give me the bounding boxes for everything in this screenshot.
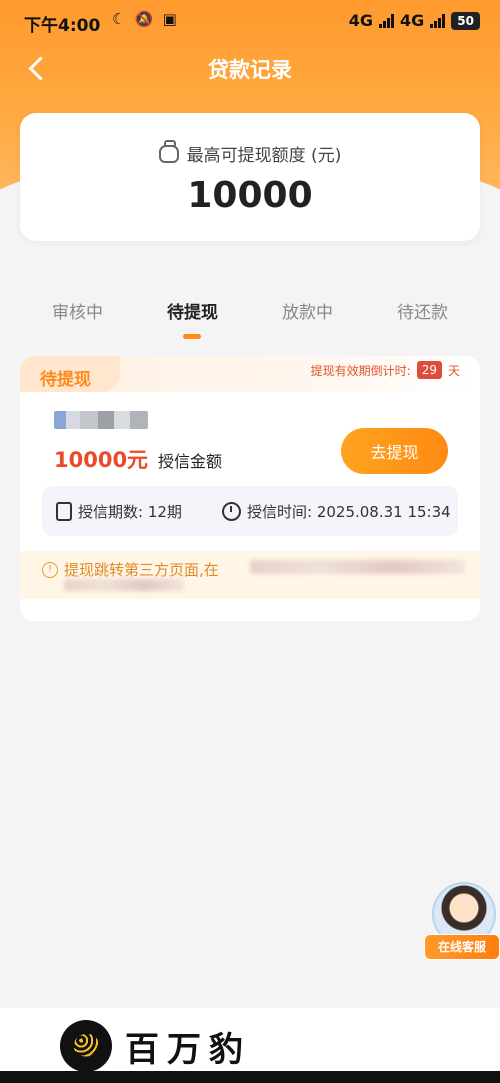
signal-icon xyxy=(379,13,395,28)
tab-disbursing[interactable]: 放款中 xyxy=(250,298,365,323)
withdraw-notice: ! 提现跳转第三方页面,在 xyxy=(20,551,480,599)
quota-label: 最高可提现额度 (元) xyxy=(186,146,342,166)
countdown-unit: 天 xyxy=(447,363,460,378)
app-icon: ▣ xyxy=(162,10,179,28)
tab-reviewing[interactable]: 审核中 xyxy=(20,298,135,323)
blurred-notice-text xyxy=(250,560,465,574)
online-support-button[interactable]: 在线客服 xyxy=(424,882,500,964)
countdown-label: 提现有效期倒计时: xyxy=(310,363,411,378)
credit-amount-label: 授信金额 xyxy=(158,452,223,471)
tab-active-indicator xyxy=(183,334,201,339)
page-title: 贷款记录 xyxy=(208,58,292,82)
clock-icon xyxy=(222,502,241,521)
credit-term-text: 授信期数: 12期 xyxy=(78,503,182,521)
status-time: 下午4:00 xyxy=(24,16,101,36)
brand-bar: 百万豹 xyxy=(0,1008,500,1072)
quota-card: 最高可提现额度 (元) 10000 xyxy=(20,113,480,241)
leopard-logo-icon xyxy=(60,1020,112,1072)
signal-icon-2 xyxy=(430,13,446,28)
credit-term: 授信期数: 12期 xyxy=(56,501,182,522)
credit-time-text: 授信时间: 2025.08.31 15:34 xyxy=(247,503,451,521)
blurred-product-name xyxy=(54,411,148,429)
loan-record-card: 待提现 提现有效期倒计时: 29 天 10000元 授信金额 去提现 授信期数:… xyxy=(20,356,480,621)
card-header: 待提现 提现有效期倒计时: 29 天 xyxy=(20,356,480,392)
quota-value: 10000 xyxy=(187,175,313,216)
credit-time: 授信时间: 2025.08.31 15:34 xyxy=(222,501,451,522)
document-icon xyxy=(56,502,72,521)
info-icon: ! xyxy=(42,562,58,578)
network-label-2: 4G xyxy=(400,11,425,30)
withdraw-button[interactable]: 去提现 xyxy=(341,428,448,474)
tab-pending-withdrawal[interactable]: 待提现 xyxy=(135,298,250,339)
support-label: 在线客服 xyxy=(424,934,500,960)
quota-label-row: 最高可提现额度 (元) xyxy=(20,140,480,166)
credit-info-box: 授信期数: 12期 授信时间: 2025.08.31 15:34 xyxy=(42,486,458,536)
countdown-days: 29 xyxy=(416,361,442,379)
status-tag-label: 待提现 xyxy=(40,370,91,390)
moon-icon: ☾ xyxy=(112,10,128,28)
status-tag: 待提现 xyxy=(20,356,120,392)
bell-off-icon: 🔕 xyxy=(134,10,156,28)
money-bag-icon xyxy=(158,140,179,163)
credit-amount: 10000元 xyxy=(54,448,149,472)
tab-pending-withdrawal-label: 待提现 xyxy=(167,303,218,323)
status-icons: ☾ 🔕 ▣ xyxy=(112,10,179,28)
status-tabs: 审核中 待提现 放款中 待还款 xyxy=(20,298,480,346)
status-right: 4G 4G 50 xyxy=(349,11,480,30)
tab-repayment[interactable]: 待还款 xyxy=(365,298,480,323)
battery-icon: 50 xyxy=(451,11,480,30)
status-bar: 下午4:00 ☾ 🔕 ▣ 4G 4G 50 xyxy=(0,0,500,44)
notice-text: 提现跳转第三方页面,在 xyxy=(64,561,219,579)
brand-name: 百万豹 xyxy=(125,1030,251,1070)
home-indicator xyxy=(0,1071,500,1083)
blurred-notice-text-2 xyxy=(64,579,184,591)
withdraw-countdown: 提现有效期倒计时: 29 天 xyxy=(311,361,460,379)
network-label: 4G xyxy=(348,11,374,30)
